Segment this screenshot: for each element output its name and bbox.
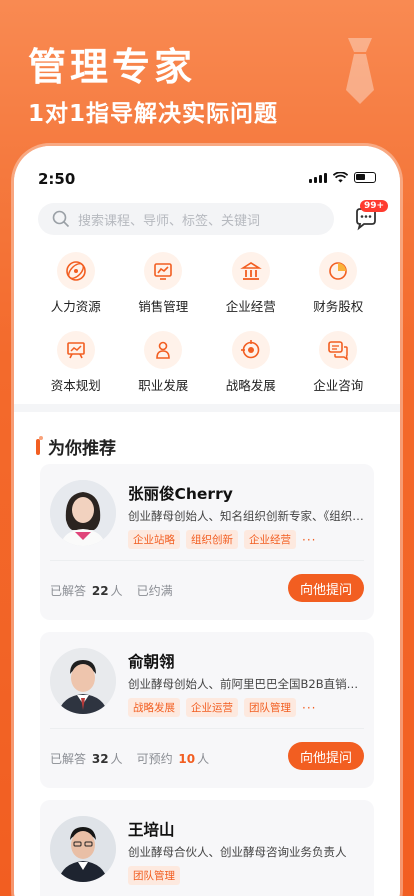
category-label: 企业咨询 bbox=[313, 378, 364, 393]
building-icon bbox=[231, 252, 270, 290]
availability-stat: 已约满 bbox=[136, 584, 173, 598]
answered-stat: 已解答 22 人 bbox=[50, 584, 123, 598]
mentor-name: 张丽俊Cherry bbox=[128, 485, 233, 503]
avatar bbox=[50, 480, 116, 546]
tag[interactable]: 企业站略 bbox=[128, 530, 180, 549]
category-label: 战略发展 bbox=[225, 378, 276, 393]
tag-list: 企业站略 组织创新 企业经营 ··· bbox=[128, 530, 316, 549]
status-icons bbox=[309, 172, 376, 183]
recommend-section: 为你推荐 张丽俊Cherry 创业酵母创始人、知名组织创新专家、《组织的力量》作… bbox=[14, 412, 400, 896]
tag[interactable]: 组织创新 bbox=[186, 530, 238, 549]
section-marker-icon bbox=[36, 435, 43, 455]
category-finance[interactable]: 财务股权 bbox=[295, 252, 383, 315]
category-label: 企业经营 bbox=[225, 299, 276, 314]
top-panel: 2:50 搜索课程、导师、标签、关键词 99+ 人力资源 销售管理 企业经营 财… bbox=[14, 146, 400, 404]
category-label: 资本规划 bbox=[50, 378, 101, 393]
category-hr[interactable]: 人力资源 bbox=[32, 252, 120, 315]
search-input[interactable]: 搜索课程、导师、标签、关键词 bbox=[78, 210, 260, 229]
answered-stat: 已解答 32 人 bbox=[50, 752, 123, 766]
mentor-name: 王培山 bbox=[128, 821, 175, 839]
message-badge: 99+ bbox=[360, 200, 389, 212]
category-career[interactable]: 职业发展 bbox=[120, 331, 208, 394]
mentor-description: 创业酵母创始人、前阿里巴巴全国B2B直销负责人 bbox=[128, 677, 368, 691]
more-tags-icon[interactable]: ··· bbox=[302, 701, 316, 715]
pie-icon bbox=[319, 252, 358, 290]
recommend-title: 为你推荐 bbox=[48, 439, 116, 459]
signal-icon bbox=[309, 172, 327, 183]
divider bbox=[50, 728, 364, 729]
mentor-card[interactable]: 王培山 创业酵母合伙人、创业酵母咨询业务负责人 团队管理 bbox=[40, 800, 374, 896]
tag-list: 团队管理 bbox=[128, 866, 180, 885]
status-bar: 2:50 bbox=[14, 146, 400, 190]
tag[interactable]: 企业经营 bbox=[244, 530, 296, 549]
mentor-stats: 已解答 22 人 已约满 bbox=[50, 582, 173, 599]
hero-title: 管理专家 bbox=[28, 45, 197, 89]
status-time: 2:50 bbox=[38, 170, 76, 188]
more-tags-icon[interactable]: ··· bbox=[302, 533, 316, 547]
hero-subtitle: 1对1指导解决实际问题 bbox=[28, 101, 279, 127]
divider bbox=[50, 560, 364, 561]
recommend-header: 为你推荐 bbox=[36, 434, 116, 459]
tag[interactable]: 战略发展 bbox=[128, 698, 180, 717]
tag[interactable]: 企业运营 bbox=[186, 698, 238, 717]
chart-icon bbox=[144, 252, 183, 290]
mentor-description: 创业酵母创始人、知名组织创新专家、《组织的力量》作者 bbox=[128, 509, 368, 523]
wifi-icon bbox=[333, 172, 348, 183]
tag[interactable]: 团队管理 bbox=[244, 698, 296, 717]
availability-stat: 可预约 10 人 bbox=[136, 752, 210, 766]
category-strategy[interactable]: 战略发展 bbox=[207, 331, 295, 394]
chat-icon bbox=[319, 331, 358, 369]
battery-icon bbox=[354, 172, 376, 183]
target-icon bbox=[231, 331, 270, 369]
ask-button[interactable]: 向他提问 bbox=[288, 574, 364, 602]
search-icon bbox=[52, 210, 70, 228]
search-bar[interactable]: 搜索课程、导师、标签、关键词 bbox=[38, 203, 334, 235]
category-label: 职业发展 bbox=[138, 378, 189, 393]
avatar bbox=[50, 648, 116, 714]
tie-decoration-icon bbox=[346, 38, 374, 104]
trend-board-icon bbox=[56, 331, 95, 369]
mentor-card[interactable]: 张丽俊Cherry 创业酵母创始人、知名组织创新专家、《组织的力量》作者 企业站… bbox=[40, 464, 374, 620]
category-capital[interactable]: 资本规划 bbox=[32, 331, 120, 394]
category-label: 人力资源 bbox=[50, 299, 101, 314]
tag-list: 战略发展 企业运营 团队管理 ··· bbox=[128, 698, 316, 717]
category-business[interactable]: 企业经营 bbox=[207, 252, 295, 315]
category-sales[interactable]: 销售管理 bbox=[120, 252, 208, 315]
person-icon bbox=[144, 331, 183, 369]
category-consulting[interactable]: 企业咨询 bbox=[295, 331, 383, 394]
category-grid: 人力资源 销售管理 企业经营 财务股权 资本规划 职业发展 战略发展 企业咨询 bbox=[32, 252, 382, 394]
mentor-stats: 已解答 32 人 可预约 10 人 bbox=[50, 750, 209, 767]
ask-button[interactable]: 向他提问 bbox=[288, 742, 364, 770]
tag[interactable]: 团队管理 bbox=[128, 866, 180, 885]
category-label: 财务股权 bbox=[313, 299, 364, 314]
mentor-card[interactable]: 俞朝翎 创业酵母创始人、前阿里巴巴全国B2B直销负责人 战略发展 企业运营 团队… bbox=[40, 632, 374, 788]
category-label: 销售管理 bbox=[138, 299, 189, 314]
avatar bbox=[50, 816, 116, 882]
atom-icon bbox=[56, 252, 95, 290]
phone-frame: 2:50 搜索课程、导师、标签、关键词 99+ 人力资源 销售管理 企业经营 财… bbox=[14, 146, 400, 896]
mentor-name: 俞朝翎 bbox=[128, 653, 175, 671]
mentor-description: 创业酵母合伙人、创业酵母咨询业务负责人 bbox=[128, 845, 347, 859]
